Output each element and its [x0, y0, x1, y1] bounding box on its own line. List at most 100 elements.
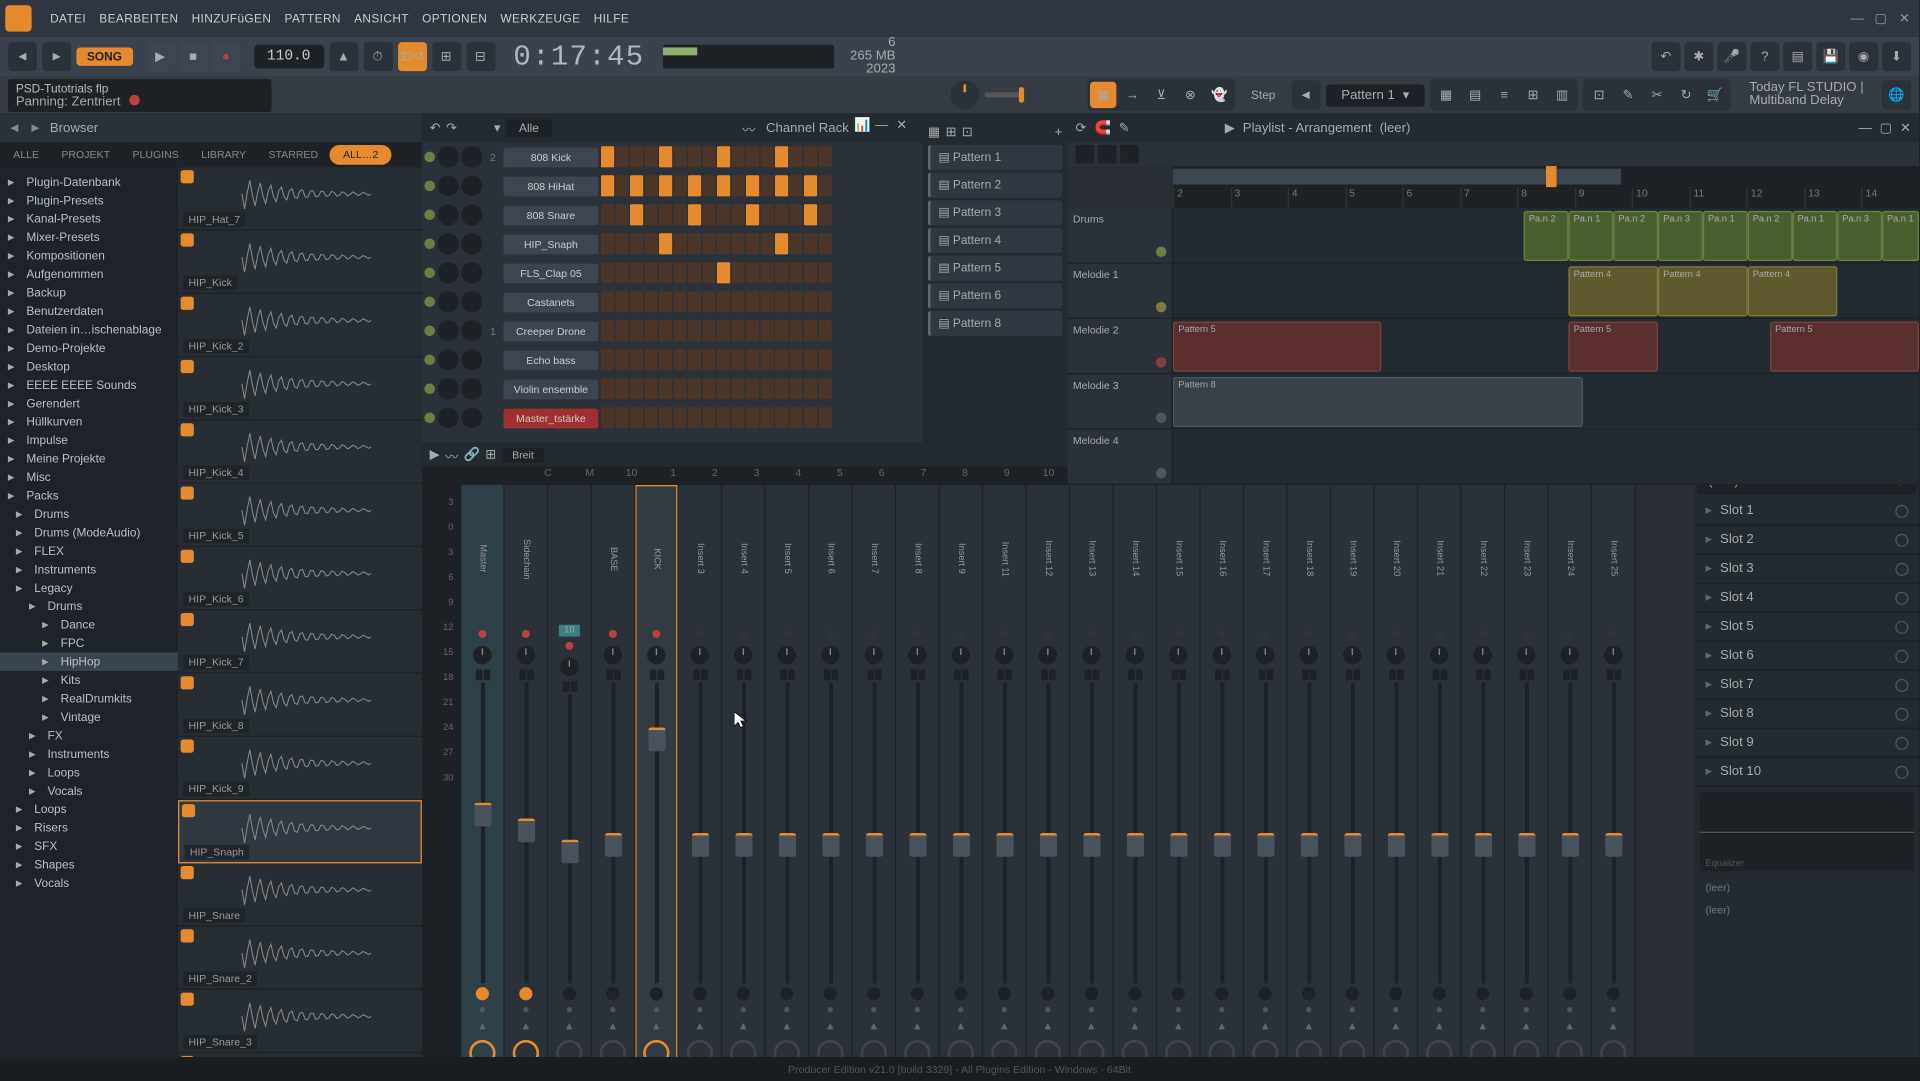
strip-led[interactable] — [696, 630, 704, 638]
channel-pan-knob[interactable] — [438, 204, 459, 225]
mixer-strip[interactable]: Insert 22▴ — [1462, 485, 1505, 1081]
metronome-icon[interactable]: ▲ — [329, 42, 358, 71]
nav-back-icon[interactable]: ◄ — [8, 42, 37, 71]
step-button[interactable] — [818, 175, 831, 196]
clip[interactable]: Pa.n 1 — [1568, 211, 1613, 261]
pl-sync-icon[interactable]: ⟳ — [1075, 121, 1086, 135]
strip-route-arrow[interactable]: ▴ — [1040, 1019, 1056, 1032]
mixer-strip[interactable]: Insert 17▴ — [1244, 485, 1287, 1081]
step-button[interactable] — [775, 378, 788, 399]
step-button[interactable] — [688, 262, 701, 283]
tree-item[interactable]: ▸FX — [0, 726, 178, 744]
fx-out2[interactable]: (leer) — [1695, 899, 1919, 921]
strip-fader[interactable] — [865, 833, 882, 857]
step-button[interactable] — [702, 291, 715, 312]
step-button[interactable] — [645, 349, 658, 370]
clip[interactable]: Pattern 5 — [1173, 322, 1382, 372]
step-button[interactable] — [731, 349, 744, 370]
strip-led[interactable] — [1305, 630, 1313, 638]
view-piano-icon[interactable]: ▤ — [1462, 82, 1488, 108]
clip[interactable]: Pa.n 3 — [1837, 211, 1882, 261]
stop-button[interactable]: ■ — [179, 42, 208, 71]
step-button[interactable] — [804, 146, 817, 167]
step-button[interactable] — [659, 146, 672, 167]
view-mixer-icon[interactable]: ≡ — [1491, 82, 1517, 108]
strip-stereo-sep[interactable] — [1302, 670, 1316, 681]
strip-mute-button[interactable] — [1563, 987, 1576, 1000]
tool-3-icon[interactable]: ✂ — [1644, 82, 1670, 108]
strip-mute-button[interactable] — [563, 987, 576, 1000]
channel-led[interactable] — [424, 355, 435, 366]
menu-bearbeiten[interactable]: BEARBEITEN — [99, 12, 178, 25]
strip-route-arrow[interactable]: ▴ — [1518, 1019, 1534, 1032]
mixer-strip[interactable]: KICK▴ — [635, 485, 678, 1081]
mixer-strip[interactable]: Insert 21▴ — [1418, 485, 1461, 1081]
clip[interactable]: Pa.n 3 — [1658, 211, 1703, 261]
strip-led[interactable] — [913, 630, 921, 638]
strip-stereo-sep[interactable] — [1041, 670, 1055, 681]
globe-icon[interactable]: 🌐 — [1882, 80, 1911, 109]
step-button[interactable] — [731, 407, 744, 428]
step-button[interactable] — [630, 378, 643, 399]
step-button[interactable] — [760, 146, 773, 167]
channel-led[interactable] — [424, 326, 435, 337]
step-button[interactable] — [616, 291, 629, 312]
strip-solo-dot[interactable] — [1176, 1007, 1181, 1012]
tool-4-icon[interactable]: ↻ — [1673, 82, 1699, 108]
strip-pan-knob[interactable] — [1126, 646, 1144, 664]
sample-item[interactable]: HIP_Hat_7 — [178, 167, 422, 230]
step-button[interactable] — [746, 407, 759, 428]
strip-solo-dot[interactable] — [915, 1007, 920, 1012]
fx-eq-display[interactable]: Equalizer — [1700, 792, 1914, 871]
step-icon[interactable]: ⊟ — [466, 42, 495, 71]
strip-solo-dot[interactable] — [1306, 1007, 1311, 1012]
step-button[interactable] — [645, 262, 658, 283]
strip-solo-dot[interactable] — [1219, 1007, 1224, 1012]
snap-arrow-icon[interactable]: → — [1119, 82, 1145, 108]
step-button[interactable] — [746, 204, 759, 225]
tree-item[interactable]: ▸Dateien in…ischenablage — [0, 320, 178, 338]
step-button[interactable] — [717, 407, 730, 428]
strip-fader[interactable] — [474, 803, 491, 827]
strip-route-arrow[interactable]: ▴ — [1127, 1019, 1143, 1032]
step-button[interactable] — [818, 291, 831, 312]
mixer-strip[interactable]: Insert 3▴ — [679, 485, 722, 1081]
step-button[interactable] — [616, 204, 629, 225]
step-button[interactable] — [601, 378, 614, 399]
strip-solo-dot[interactable] — [523, 1007, 528, 1012]
step-button[interactable] — [659, 291, 672, 312]
step-button[interactable] — [818, 146, 831, 167]
step-button[interactable] — [804, 204, 817, 225]
step-button[interactable] — [645, 204, 658, 225]
step-button[interactable] — [775, 204, 788, 225]
strip-led[interactable] — [826, 630, 834, 638]
channel-vol-knob[interactable] — [461, 146, 482, 167]
menu-ansicht[interactable]: ANSICHT — [354, 12, 409, 25]
channel-vol-knob[interactable] — [461, 204, 482, 225]
channel-vol-knob[interactable] — [461, 378, 482, 399]
view-browser-icon[interactable]: ⊞ — [1520, 82, 1546, 108]
step-button[interactable] — [818, 233, 831, 254]
mixer-strip[interactable]: Insert 4▴ — [722, 485, 765, 1081]
step-button[interactable] — [804, 320, 817, 341]
strip-fader[interactable] — [517, 818, 534, 842]
step-button[interactable] — [616, 262, 629, 283]
strip-pan-knob[interactable] — [1343, 646, 1361, 664]
channel-led[interactable] — [424, 239, 435, 250]
strip-fader[interactable] — [561, 839, 578, 863]
fx-slot-led[interactable] — [1895, 678, 1908, 691]
tree-item[interactable]: ▸Vintage — [0, 708, 178, 726]
sample-item[interactable]: HIP_Kick_9 — [178, 737, 422, 800]
step-button[interactable] — [775, 262, 788, 283]
tree-item[interactable]: ▸EEEE EEEE Sounds — [0, 376, 178, 394]
step-button[interactable] — [688, 349, 701, 370]
strip-pan-knob[interactable] — [604, 646, 622, 664]
fx-slot[interactable]: ▸Slot 9 — [1695, 729, 1919, 758]
tree-item[interactable]: ▸Kompositionen — [0, 246, 178, 264]
strip-mute-button[interactable] — [1172, 987, 1185, 1000]
strip-mute-button[interactable] — [737, 987, 750, 1000]
tree-item[interactable]: ▸Impulse — [0, 431, 178, 449]
mixer-strip[interactable]: Insert 23▴ — [1505, 485, 1548, 1081]
strip-led[interactable] — [565, 642, 573, 650]
tree-item[interactable]: ▸Drums — [0, 597, 178, 615]
